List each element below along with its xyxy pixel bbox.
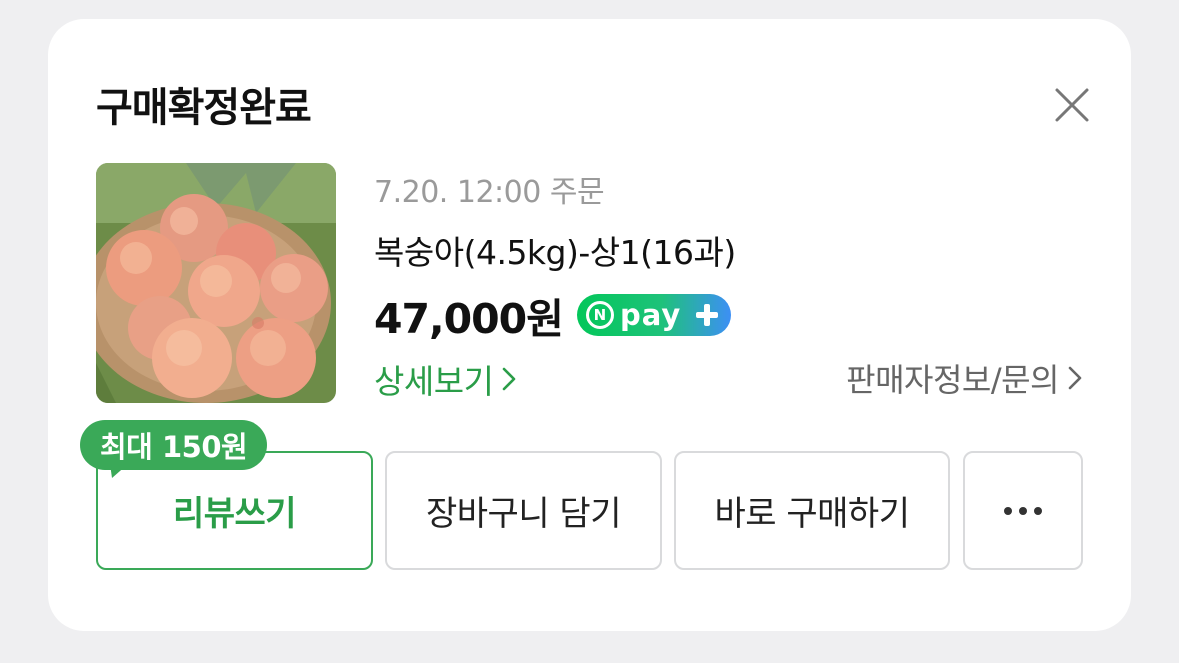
add-to-cart-button[interactable]: 장바구니 담기 (385, 451, 662, 570)
seller-info-link[interactable]: 판매자정보/문의 (846, 355, 1083, 401)
npay-n-icon: N (585, 301, 614, 329)
order-confirm-card: 구매확정완료 7.20. 12:00 주문 복숭아(4.5kg)-상1(16과)… (48, 19, 1131, 631)
badge-tail (110, 464, 128, 478)
detail-link-label: 상세보기 (374, 362, 494, 401)
detail-link[interactable]: 상세보기 (374, 355, 517, 403)
more-options-button[interactable] (963, 451, 1083, 570)
order-date: 7.20. 12:00 주문 (374, 175, 605, 210)
chevron-right-icon (503, 367, 516, 391)
npay-badge: N pay (576, 294, 731, 336)
close-icon (1055, 88, 1089, 122)
buy-now-button[interactable]: 바로 구매하기 (674, 451, 950, 570)
chevron-right-icon (1068, 366, 1082, 390)
add-to-cart-label: 장바구니 담기 (426, 494, 622, 534)
product-price: 47,000원 (374, 295, 564, 343)
npay-plus-icon (695, 304, 718, 326)
product-name[interactable]: 복숭아(4.5kg)-상1(16과) (374, 226, 736, 274)
product-thumbnail[interactable] (96, 163, 336, 403)
price-row: 47,000원 N pay (374, 285, 731, 345)
npay-label: pay (619, 298, 682, 332)
review-reward-label: 최대 150원 (100, 430, 248, 464)
close-button[interactable] (1052, 85, 1092, 125)
buy-now-label: 바로 구매하기 (714, 494, 911, 534)
write-review-label: 리뷰쓰기 (172, 494, 297, 534)
page-title: 구매확정완료 (96, 85, 312, 131)
seller-info-label: 판매자정보/문의 (846, 361, 1059, 399)
review-reward-badge: 최대 150원 (80, 420, 268, 478)
more-dots-icon (1004, 506, 1042, 515)
